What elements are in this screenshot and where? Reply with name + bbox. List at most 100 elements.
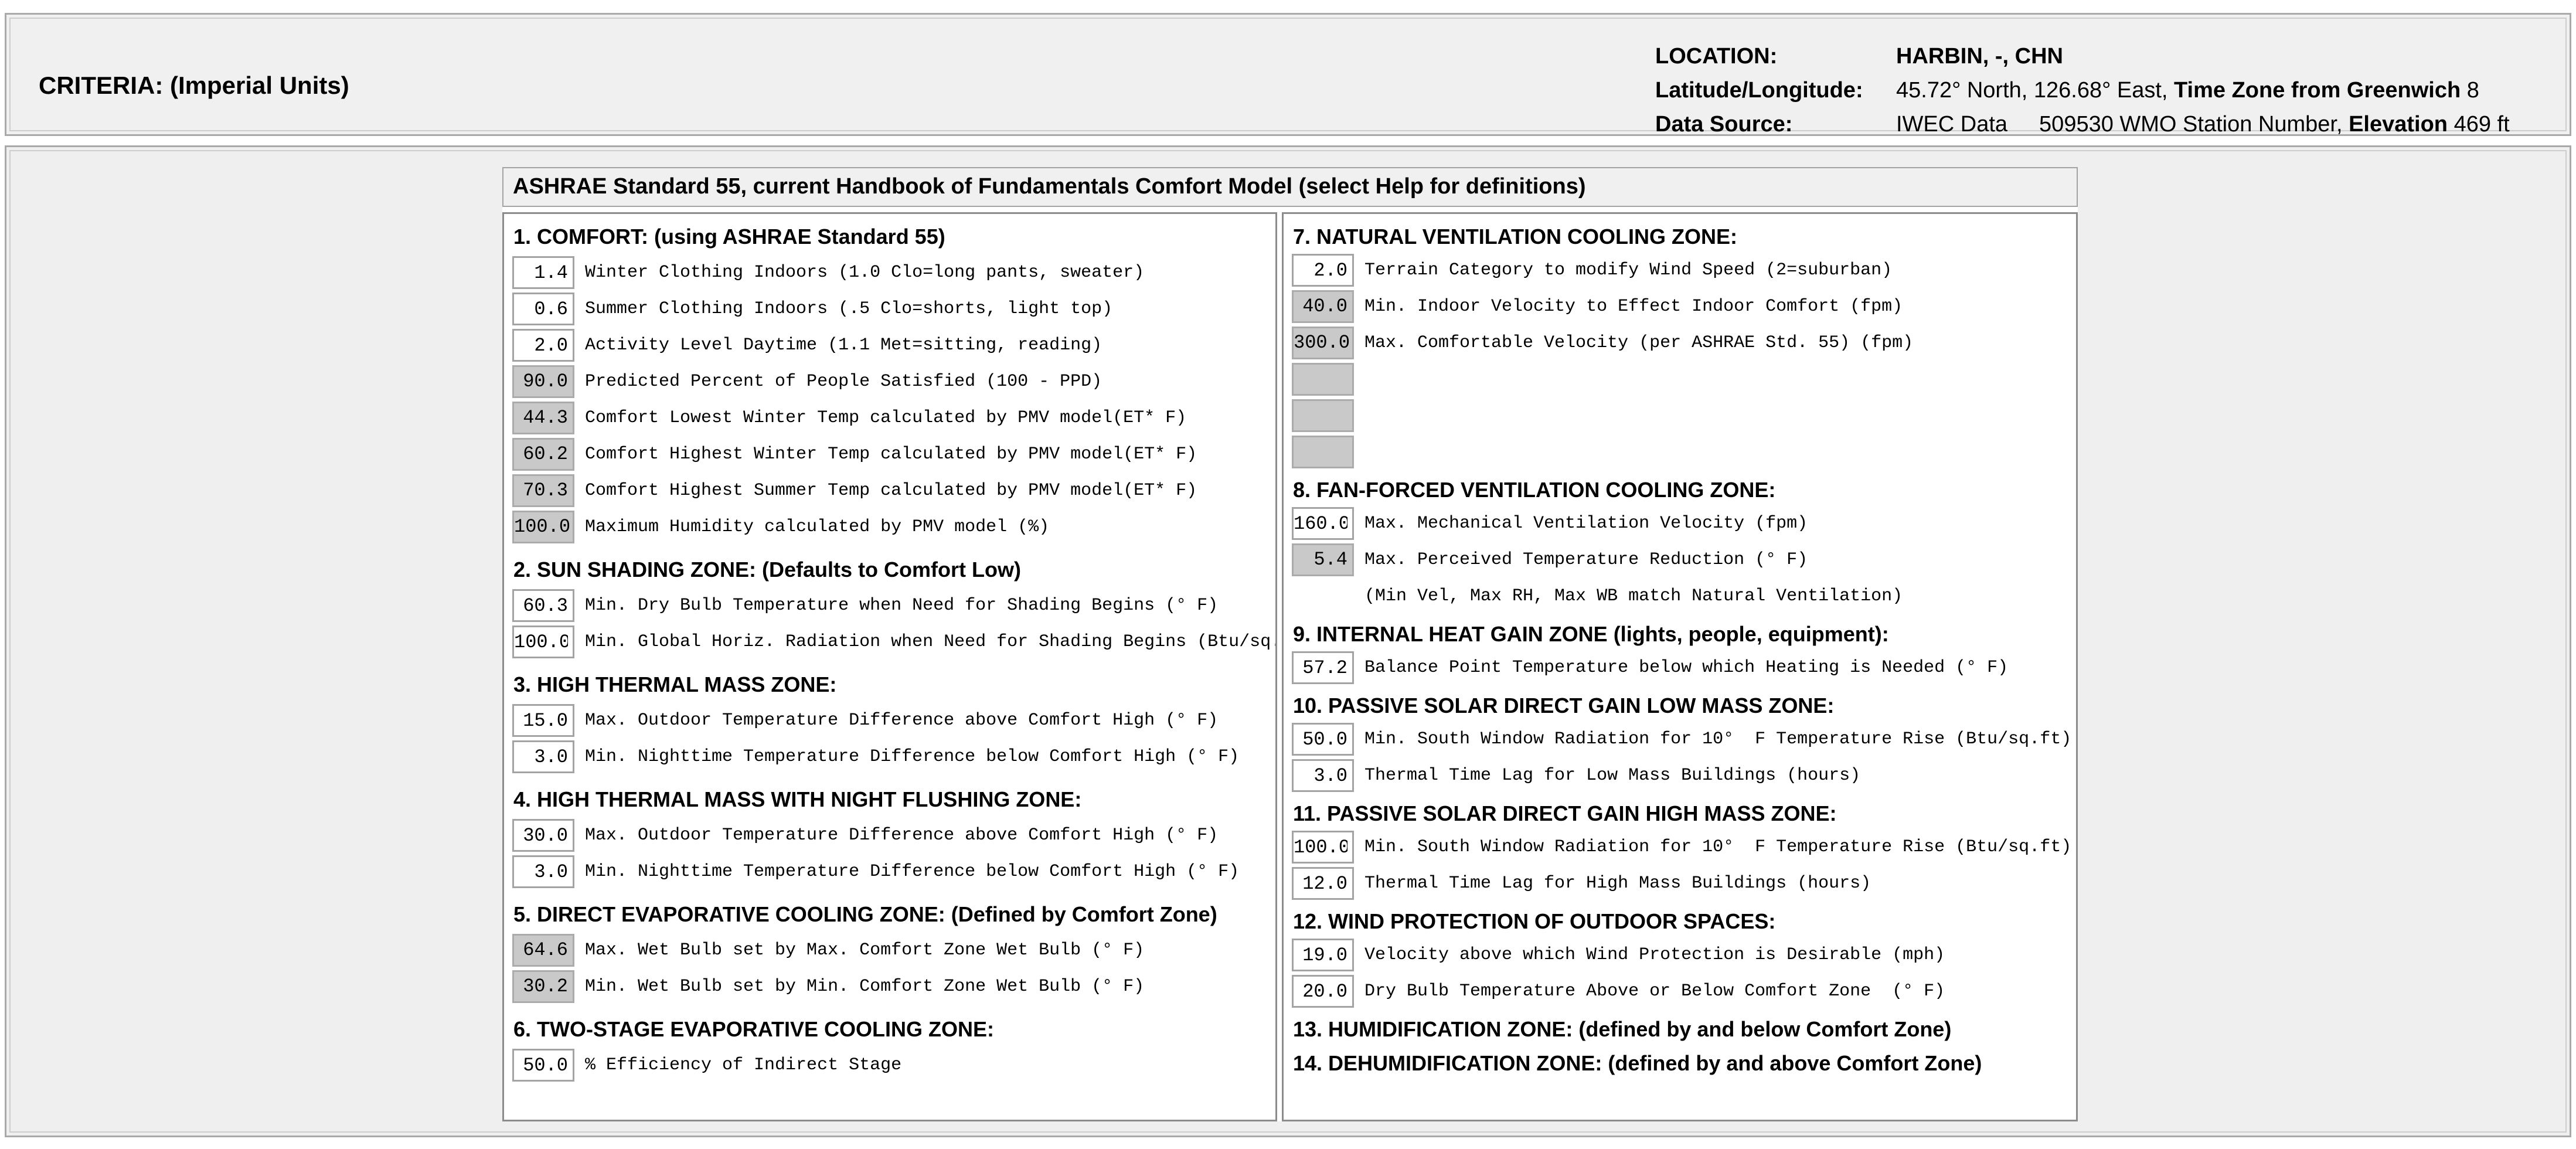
- value-input[interactable]: [1292, 507, 1354, 540]
- value-readonly: 300.0: [1292, 327, 1354, 359]
- client-area: ASHRAE Standard 55, current Handbook of …: [5, 145, 2571, 1137]
- timezone-label: Time Zone from Greenwich: [2174, 78, 2461, 103]
- value-input[interactable]: [512, 256, 574, 289]
- row-label: Maximum Humidity calculated by PMV model…: [585, 517, 1049, 537]
- row-label: Min. Wet Bulb set by Min. Comfort Zone W…: [585, 977, 1144, 997]
- criteria-row: [1292, 399, 2070, 432]
- value-input[interactable]: [1292, 975, 1354, 1008]
- criteria-row: Winter Clothing Indoors (1.0 Clo=long pa…: [512, 256, 1270, 289]
- criteria-section: 12. WIND PROTECTION OF OUTDOOR SPACES:Ve…: [1292, 909, 2070, 1008]
- value-input[interactable]: [512, 704, 574, 737]
- comfort-model-panel: ASHRAE Standard 55, current Handbook of …: [502, 167, 2078, 1121]
- elevation-label: Elevation: [2349, 112, 2448, 137]
- value-input[interactable]: [1292, 867, 1354, 900]
- criteria-column-left: 1. COMFORT: (using ASHRAE Standard 55) Wi…: [502, 212, 1277, 1121]
- location-label: LOCATION:: [1655, 39, 1896, 73]
- criteria-row: 300.0 Max. Comfortable Velocity (per ASHR…: [1292, 327, 2070, 359]
- criteria-row: Summer Clothing Indoors (.5 Clo=shorts, …: [512, 293, 1270, 325]
- value-input[interactable]: [512, 329, 574, 362]
- criteria-row: Min. South Window Radiation for 10° F Te…: [1292, 831, 2070, 864]
- criteria-row: 44.3Comfort Lowest Winter Temp calculate…: [512, 402, 1270, 434]
- row-label: Velocity above which Wind Protection is …: [1364, 945, 1945, 965]
- criteria-row: [1292, 363, 2070, 396]
- criteria-section: 13. HUMIDIFICATION ZONE: (defined by and…: [1292, 1017, 2070, 1042]
- wmo-station: 509530 WMO Station Number,: [2039, 112, 2349, 137]
- row-label: Min. South Window Radiation for 10° F Te…: [1364, 729, 2071, 749]
- panel-title-bar: ASHRAE Standard 55, current Handbook of …: [502, 167, 2078, 207]
- row-label: Predicted Percent of People Satisfied (1…: [585, 372, 1102, 392]
- value-readonly: [1292, 363, 1354, 396]
- criteria-row: Velocity above which Wind Protection is …: [1292, 939, 2070, 971]
- section-title: 8. FAN-FORCED VENTILATION COOLING ZONE:: [1293, 478, 2070, 502]
- row-label: Min. Dry Bulb Temperature when Need for …: [585, 596, 1218, 616]
- value-readonly: [1292, 436, 1354, 468]
- criteria-row: Max. Mechanical Ventilation Velocity (fp…: [1292, 507, 2070, 540]
- criteria-section: 2. SUN SHADING ZONE: (Defaults to Comfor…: [512, 557, 1270, 658]
- value-input[interactable]: [1292, 723, 1354, 756]
- criteria-row: 60.2 Comfort Highest Winter Temp calculat…: [512, 438, 1270, 471]
- value-input[interactable]: [1292, 939, 1354, 971]
- value-input[interactable]: [512, 1049, 574, 1082]
- value-input[interactable]: [512, 819, 574, 852]
- criteria-row: 100.0 Maximum Humidity calculated by PMV …: [512, 511, 1270, 543]
- location-info-block: LOCATION: HARBIN, -, CHN Latitude/Longit…: [1655, 39, 2510, 141]
- app-window: { "colors": { "client_bg": "#efefef", "b…: [0, 0, 2576, 1149]
- criteria-row: Min. Nighttime Temperature Difference be…: [512, 740, 1270, 773]
- datasource-label: Data Source:: [1655, 107, 1896, 141]
- location-value: HARBIN, -, CHN: [1896, 39, 2510, 73]
- row-label: Max. Perceived Temperature Reduction (° …: [1364, 550, 1808, 570]
- section-title: 6. TWO-STAGE EVAPORATIVE COOLING ZONE:: [513, 1017, 1270, 1042]
- value-input[interactable]: [1292, 831, 1354, 864]
- value-readonly: 5.4: [1292, 543, 1354, 576]
- value-input[interactable]: [512, 626, 574, 658]
- criteria-section: 4. HIGH THERMAL MASS WITH NIGHT FLUSHING…: [512, 787, 1270, 888]
- section-title: 7. NATURAL VENTILATION COOLING ZONE:: [1293, 225, 2070, 249]
- section-title: 2. SUN SHADING ZONE: (Defaults to Comfor…: [513, 557, 1270, 582]
- row-label: Max. Outdoor Temperature Difference abov…: [585, 711, 1218, 730]
- row-label: Min. Nighttime Temperature Difference be…: [585, 862, 1239, 882]
- criteria-columns: 1. COMFORT: (using ASHRAE Standard 55) Wi…: [502, 212, 2078, 1121]
- latlong-coords: 45.72° North, 126.68° East,: [1896, 78, 2174, 103]
- latlong-label: Latitude/Longitude:: [1655, 73, 1896, 107]
- value-input[interactable]: [1292, 759, 1354, 792]
- value-readonly: 30.2: [512, 970, 574, 1003]
- criteria-header-band: CRITERIA: (Imperial Units) LOCATION: HAR…: [5, 13, 2571, 136]
- value-readonly: 100.0: [512, 511, 574, 543]
- row-label: Dry Bulb Temperature Above or Below Comf…: [1364, 981, 1945, 1001]
- value-readonly: 40.0: [1292, 290, 1354, 323]
- value-input[interactable]: [512, 740, 574, 773]
- value-readonly: [1292, 399, 1354, 432]
- criteria-row: [1292, 436, 2070, 468]
- criteria-row: Min. South Window Radiation for 10° F Te…: [1292, 723, 2070, 756]
- value-input[interactable]: [1292, 254, 1354, 287]
- section-title: 11. PASSIVE SOLAR DIRECT GAIN HIGH MASS …: [1293, 801, 2070, 826]
- value-input[interactable]: [512, 589, 574, 622]
- row-label: Comfort Highest Winter Temp calculated b…: [585, 444, 1197, 464]
- row-label: Max. Mechanical Ventilation Velocity (fp…: [1364, 514, 1808, 533]
- row-label: % Efficiency of Indirect Stage: [585, 1055, 901, 1075]
- row-label: Min. South Window Radiation for 10° F Te…: [1364, 837, 2071, 857]
- row-label: Comfort Lowest Winter Temp calculated by…: [585, 408, 1186, 428]
- section-title: 14. DEHUMIDIFICATION ZONE: (defined by a…: [1293, 1051, 2070, 1076]
- value-readonly: 60.2: [512, 438, 574, 471]
- value-input[interactable]: [1292, 651, 1354, 684]
- criteria-row: Thermal Time Lag for High Mass Buildings…: [1292, 867, 2070, 900]
- criteria-section: 10. PASSIVE SOLAR DIRECT GAIN LOW MASS Z…: [1292, 694, 2070, 792]
- criteria-row: 70.3Comfort Highest Summer Temp calculat…: [512, 474, 1270, 507]
- criteria-section: 9. INTERNAL HEAT GAIN ZONE (lights, peop…: [1292, 622, 2070, 684]
- section-title: 10. PASSIVE SOLAR DIRECT GAIN LOW MASS Z…: [1293, 694, 2070, 718]
- row-label: Terrain Category to modify Wind Speed (2…: [1364, 260, 1892, 280]
- criteria-row: Min. Global Horiz. Radiation when Need f…: [512, 626, 1270, 658]
- value-input[interactable]: [512, 293, 574, 325]
- criteria-row: Thermal Time Lag for Low Mass Buildings …: [1292, 759, 2070, 792]
- criteria-row: 30.2 Min. Wet Bulb set by Min. Comfort Zo…: [512, 970, 1270, 1003]
- criteria-row: 5.4 Max. Perceived Temperature Reduction …: [1292, 543, 2070, 576]
- section-title: 1. COMFORT: (using ASHRAE Standard 55): [513, 225, 1270, 249]
- row-label: Summer Clothing Indoors (.5 Clo=shorts, …: [585, 299, 1112, 319]
- value-input[interactable]: [512, 855, 574, 888]
- criteria-title: CRITERIA: (Imperial Units): [39, 72, 349, 100]
- row-label: Activity Level Daytime (1.1 Met=sitting,…: [585, 335, 1102, 355]
- value-readonly: 90.0: [512, 365, 574, 398]
- row-label: Max. Comfortable Velocity (per ASHRAE St…: [1364, 333, 1913, 353]
- latlong-value: 45.72° North, 126.68° East, Time Zone fr…: [1896, 73, 2510, 107]
